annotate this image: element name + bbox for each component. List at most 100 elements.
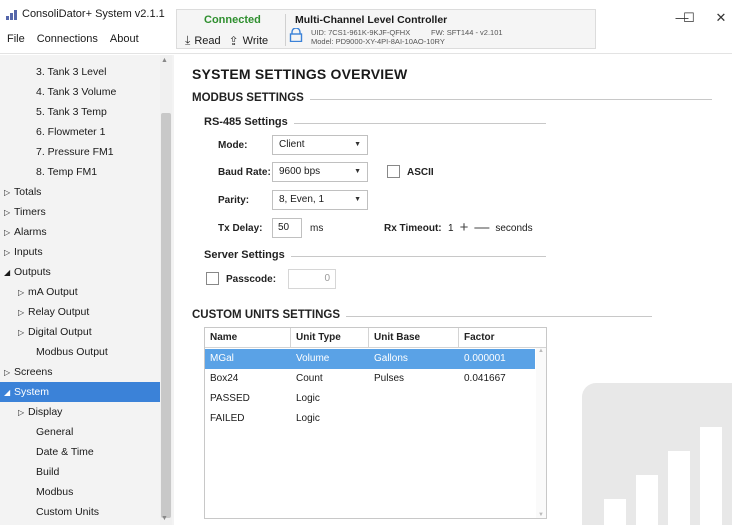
minus-icon[interactable]: — <box>474 218 489 238</box>
sidebar-item-modbus-output[interactable]: Modbus Output <box>0 342 160 362</box>
baud-select[interactable]: 9600 bps ▼ <box>272 162 368 182</box>
cell-unit-base: Pulses <box>374 373 405 384</box>
table-row[interactable]: FAILED Logic <box>205 409 535 429</box>
sidebar-item-timers[interactable]: ▷ Timers <box>0 202 160 222</box>
maximize-button[interactable]: ☐ <box>682 10 696 26</box>
rxtimeout-unit: seconds <box>495 222 533 234</box>
device-title: Multi-Channel Level Controller <box>295 14 448 26</box>
rs485-title: RS-485 Settings <box>204 116 294 128</box>
write-label: Write <box>242 34 269 47</box>
write-button[interactable]: ⇪ Write <box>229 34 269 48</box>
chevron-down-icon: ▼ <box>354 141 361 148</box>
cell-unit-base: Gallons <box>374 353 408 364</box>
menu-file[interactable]: File <box>7 33 25 45</box>
sidebar-item-totals[interactable]: ▷ Totals <box>0 182 160 202</box>
mode-select[interactable]: Client ▼ <box>272 135 368 155</box>
cell-unit-base <box>369 389 374 409</box>
device-uid: UID: 7CS1-961K-9KJF-QFHX <box>311 28 411 37</box>
read-label: Read <box>194 34 221 47</box>
table-row[interactable]: Box24 Count Pulses 0.041667 <box>205 369 535 389</box>
scroll-up-icon[interactable]: ▲ <box>538 348 544 354</box>
expand-icon: ▷ <box>4 248 11 257</box>
scroll-down-icon[interactable]: ▼ <box>538 512 544 518</box>
close-button[interactable]: ✕ <box>714 10 728 26</box>
sidebar-scrollbar[interactable]: ▲ ▼ <box>160 55 172 525</box>
sidebar-item-pressure-fm1[interactable]: 7. Pressure FM1 <box>0 142 160 162</box>
cell-unit-type: Count <box>296 373 323 384</box>
cell-factor: 0.000001 <box>464 353 506 364</box>
table-row[interactable]: MGal Volume Gallons 0.000001 <box>205 349 535 369</box>
sidebar-item-flowmeter1[interactable]: 6. Flowmeter 1 <box>0 122 160 142</box>
parity-select[interactable]: 8, Even, 1 ▼ <box>272 190 368 210</box>
baud-label: Baud Rate: <box>218 167 271 178</box>
sidebar-item-outputs[interactable]: ◢ Outputs <box>0 262 160 282</box>
sidebar-item-screens[interactable]: ▷ Screens <box>0 362 160 382</box>
expand-icon: ▷ <box>18 288 25 297</box>
sidebar-item-tank3-volume[interactable]: 4. Tank 3 Volume <box>0 82 160 102</box>
table-row[interactable]: PASSED Logic <box>205 389 535 409</box>
ascii-checkbox[interactable] <box>387 165 400 178</box>
parity-label: Parity: <box>218 195 250 206</box>
download-icon: ⤓ <box>185 33 191 47</box>
scroll-up-icon[interactable]: ▲ <box>161 57 168 64</box>
sidebar-item-date-time[interactable]: Date & Time <box>0 442 160 462</box>
modbus-section-title: MODBUS SETTINGS <box>192 92 310 104</box>
connection-panel: Connected ⤓ Read ⇪ Write Multi-Channel L… <box>176 9 596 49</box>
cell-unit-type: Logic <box>296 413 320 424</box>
sidebar-item-general[interactable]: General <box>0 422 160 442</box>
passcode-checkbox[interactable] <box>206 272 219 285</box>
read-button[interactable]: ⤓ Read <box>185 33 221 48</box>
column-header-name[interactable]: Name <box>205 328 291 348</box>
app-title: ConsoliDator+ System v2.1.1 <box>6 8 165 20</box>
sidebar-item-digital-output[interactable]: ▷ Digital Output <box>0 322 160 342</box>
cell-factor <box>459 389 464 409</box>
txdelay-input[interactable]: 50 <box>272 218 302 238</box>
column-header-unit-type[interactable]: Unit Type <box>291 328 369 348</box>
expand-icon: ▷ <box>18 328 25 337</box>
device-model: Model: PD9000-XY-4PI-8AI-10AO-10RY <box>311 37 445 46</box>
cell-name: PASSED <box>210 393 250 404</box>
menu-connections[interactable]: Connections <box>37 33 98 45</box>
plus-icon[interactable]: + <box>460 218 469 238</box>
cell-factor <box>459 409 464 429</box>
column-header-unit-base[interactable]: Unit Base <box>369 328 459 348</box>
rxtimeout-label: Rx Timeout: <box>384 223 442 234</box>
sidebar-item-alarms[interactable]: ▷ Alarms <box>0 222 160 242</box>
passcode-input[interactable]: 0 <box>288 269 336 289</box>
custom-units-section-title: CUSTOM UNITS SETTINGS <box>192 309 347 321</box>
lock-icon <box>289 28 303 42</box>
menu-bar: File Connections About <box>7 33 139 45</box>
sidebar-item-temp-fm1[interactable]: 8. Temp FM1 <box>0 162 160 182</box>
cell-name: FAILED <box>210 413 245 424</box>
sidebar-item-display[interactable]: ▷ Display <box>0 402 160 422</box>
expand-icon: ▷ <box>4 228 11 237</box>
connection-status: Connected <box>204 14 261 26</box>
sidebar-item-build[interactable]: Build <box>0 462 160 482</box>
sidebar-item-modbus[interactable]: Modbus <box>0 482 160 502</box>
sidebar-item-system[interactable]: ◢ System <box>0 382 160 402</box>
txdelay-unit: ms <box>310 223 324 234</box>
rxtimeout-stepper[interactable]: 1 + — seconds <box>448 218 533 238</box>
scroll-down-icon[interactable]: ▼ <box>161 515 168 522</box>
menu-about[interactable]: About <box>110 33 139 45</box>
sidebar-item-custom-units[interactable]: Custom Units <box>0 502 160 522</box>
expand-icon: ▷ <box>4 208 11 217</box>
main-panel: SYSTEM SETTINGS OVERVIEW ▲ MODBUS SETTIN… <box>176 55 732 525</box>
scroll-thumb[interactable] <box>161 113 171 518</box>
chevron-down-icon: ▼ <box>354 168 361 175</box>
sidebar-item-relay-output[interactable]: ▷ Relay Output <box>0 302 160 322</box>
cell-name: Box24 <box>210 373 239 384</box>
sidebar-item-tank3-temp[interactable]: 5. Tank 3 Temp <box>0 102 160 122</box>
column-header-factor[interactable]: Factor <box>459 328 546 348</box>
share-icon: ⇪ <box>228 33 239 48</box>
sidebar-item-ma-output[interactable]: ▷ mA Output <box>0 282 160 302</box>
expand-icon: ▷ <box>4 368 11 377</box>
custom-units-table: Name Unit Type Unit Base Factor MGal Vol… <box>204 327 547 519</box>
firmware-version: FW: SFT144 - v2.101 <box>431 28 503 37</box>
sidebar-item-inputs[interactable]: ▷ Inputs <box>0 242 160 262</box>
rxtimeout-value[interactable]: 1 <box>448 223 454 234</box>
table-scrollbar[interactable]: ▲ ▼ <box>536 348 546 518</box>
expand-icon: ▷ <box>4 188 11 197</box>
collapse-icon: ◢ <box>4 268 11 277</box>
sidebar-item-tank3-level[interactable]: 3. Tank 3 Level <box>0 62 160 82</box>
